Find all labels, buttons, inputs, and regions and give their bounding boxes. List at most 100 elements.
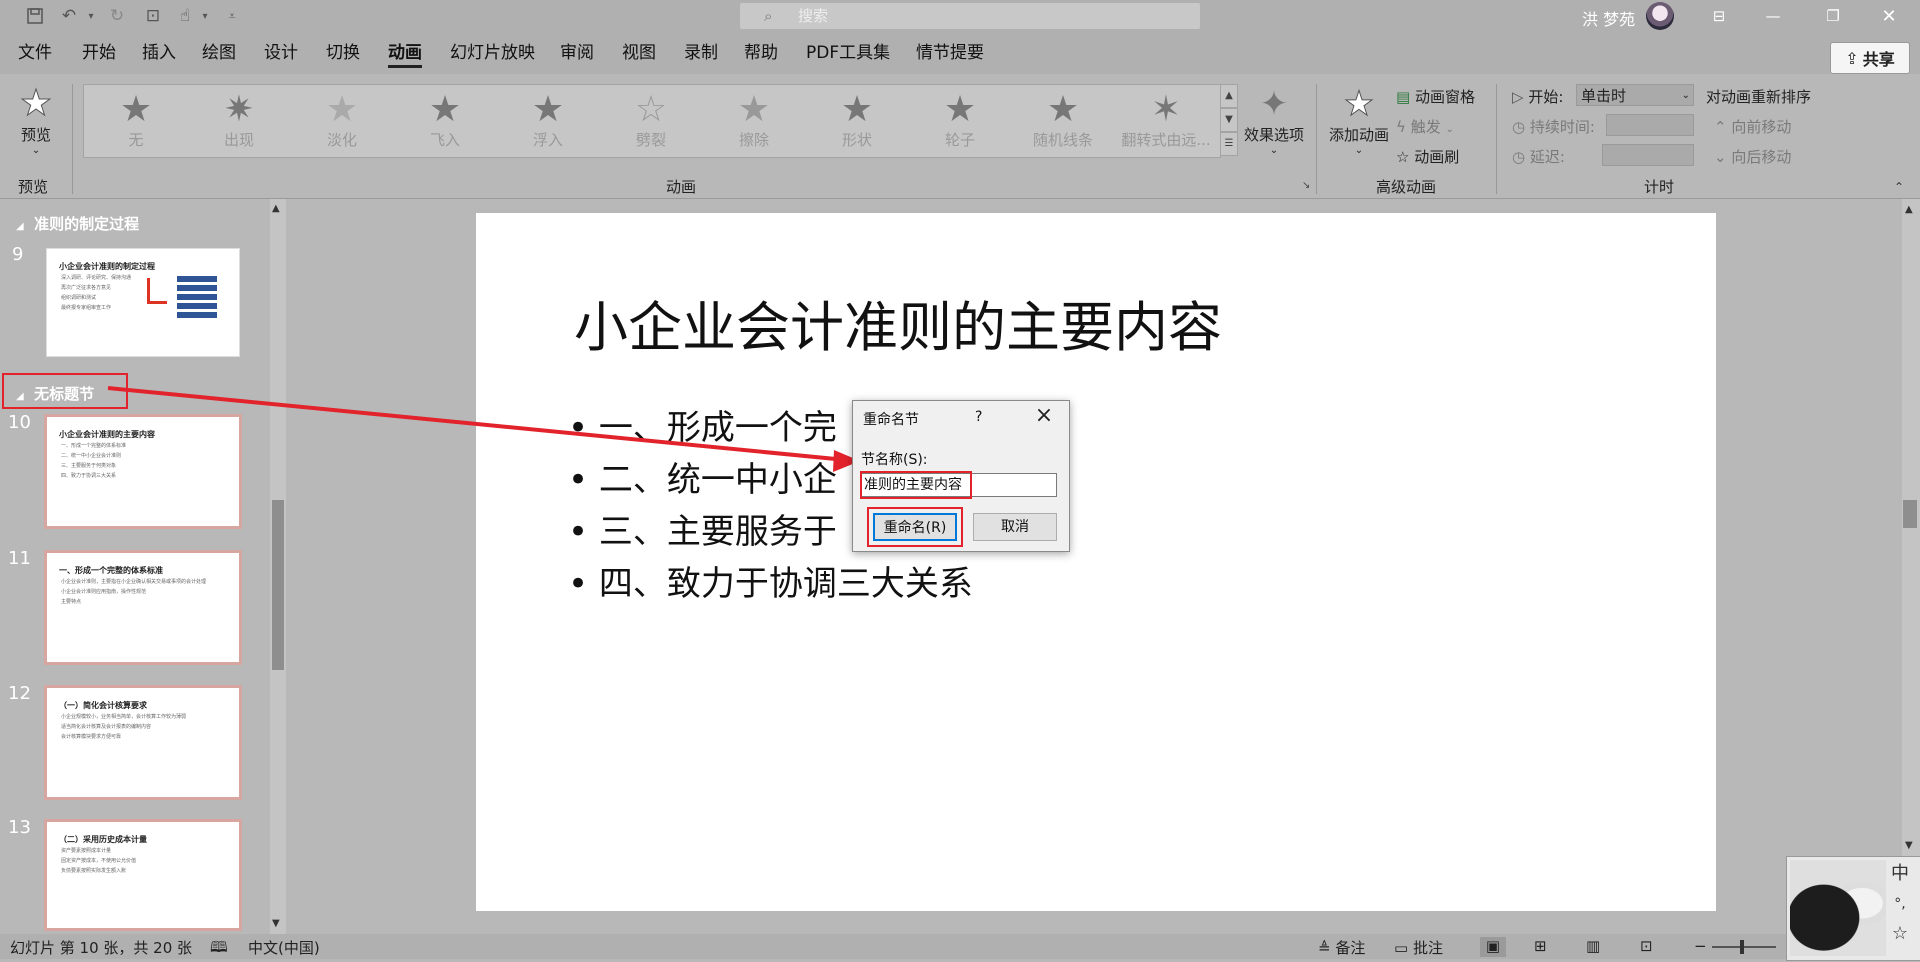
help-icon[interactable]: ? <box>975 409 982 425</box>
scroll-down-icon[interactable]: ▼ <box>272 918 280 929</box>
anim-wipe[interactable]: ★ 擦除 <box>704 90 804 154</box>
anim-float-in[interactable]: ★ 浮入 <box>498 90 598 154</box>
gallery-more-icon[interactable]: ☰ <box>1220 132 1238 156</box>
tab-storyboard[interactable]: 情节提要 <box>914 32 986 74</box>
section-header-1[interactable]: ◢ 准则的制定过程 <box>16 213 139 234</box>
cancel-button[interactable]: 取消 <box>973 513 1057 541</box>
accessibility-icon[interactable]: 🕮 <box>210 937 228 962</box>
scrollbar-thumb[interactable] <box>1903 500 1917 528</box>
ime-punct-key[interactable]: °, <box>1886 890 1914 918</box>
ime-mode-key[interactable]: 中 <box>1886 860 1914 888</box>
present-icon[interactable]: ⊡ <box>140 4 166 28</box>
undo-dropdown-icon[interactable]: ▾ <box>84 4 98 28</box>
tab-file[interactable]: 文件 <box>16 32 54 74</box>
save-icon[interactable] <box>22 4 48 28</box>
tab-slideshow[interactable]: 幻灯片放映 <box>448 32 537 74</box>
anim-grow-turn[interactable]: ✶ 翻转式由远... <box>1116 90 1216 154</box>
undo-icon[interactable]: ↶ <box>56 4 82 28</box>
effect-options-button[interactable]: ✦ 效果选项 ⌄ <box>1240 84 1308 164</box>
animation-painter-button[interactable]: ☆ 动画刷 <box>1396 146 1459 167</box>
tab-help[interactable]: 帮助 <box>742 32 780 74</box>
normal-view-icon[interactable]: ▣ <box>1480 937 1506 957</box>
close-icon[interactable]: ✕ <box>1866 0 1912 32</box>
scroll-up-icon[interactable]: ▲ <box>1905 204 1913 215</box>
comments-button[interactable]: ▭ 批注 <box>1394 937 1443 958</box>
slide-sorter-icon[interactable]: ⊞ <box>1534 937 1547 955</box>
effect-options-label: 效果选项 <box>1243 126 1304 144</box>
scrollbar-thumb[interactable] <box>272 500 284 670</box>
trigger-button[interactable]: ϟ 触发 ⌄ <box>1396 116 1454 137</box>
divider <box>1316 84 1317 194</box>
scroll-down-icon[interactable]: ▼ <box>1905 840 1913 851</box>
tab-animations[interactable]: 动画 <box>386 32 424 74</box>
move-earlier-button[interactable]: ⌃ 向前移动 <box>1714 116 1791 137</box>
tab-view[interactable]: 视图 <box>620 32 658 74</box>
delay-label: ◷ 延迟: <box>1512 148 1565 166</box>
zoom-slider-thumb[interactable] <box>1740 940 1744 954</box>
delay-stepper[interactable] <box>1602 144 1694 166</box>
star-burst-icon: ✷ <box>223 89 255 130</box>
ribbon-display-icon[interactable]: ⊟ <box>1696 0 1742 32</box>
slide-thumbnail-13[interactable]: （二）采用历史成本计量 资产要素按照成本计量 固定资产按成本，不使用公允价值 负… <box>44 819 242 931</box>
tab-pdf-tools[interactable]: PDF工具集 <box>804 32 892 74</box>
minimize-icon[interactable]: — <box>1750 0 1796 32</box>
duration-stepper[interactable] <box>1606 114 1694 136</box>
close-icon[interactable]: × <box>1029 403 1059 429</box>
anim-fade[interactable]: ★ 淡化 <box>292 90 392 154</box>
slide-title[interactable]: 小企业会计准则的主要内容 <box>574 283 1222 362</box>
customize-qat-icon[interactable]: ⩡ <box>222 4 242 28</box>
anim-appear[interactable]: ✷ 出现 <box>189 90 289 154</box>
notes-button[interactable]: ≜ 备注 <box>1318 937 1365 958</box>
touch-dropdown-icon[interactable]: ▾ <box>198 4 212 28</box>
tab-draw[interactable]: 绘图 <box>200 32 238 74</box>
ime-skin-key[interactable]: ☆ <box>1886 920 1914 948</box>
tab-insert[interactable]: 插入 <box>140 32 178 74</box>
language-indicator[interactable]: 中文(中国) <box>248 937 320 958</box>
zoom-out-icon[interactable]: − <box>1694 937 1707 955</box>
slide-bullet[interactable]: • 三、主要服务于 <box>568 504 837 553</box>
scroll-up-icon[interactable]: ▲ <box>272 203 280 214</box>
slide-thumbnail-12[interactable]: （一）简化会计核算要求 小企业规模较小，业务相当简单，会计核算工作较为薄弱 适当… <box>44 685 242 800</box>
dialog-launcher-icon[interactable]: ↘ <box>1302 180 1310 191</box>
anim-random-bars[interactable]: ★ 随机线条 <box>1013 90 1113 154</box>
move-later-button[interactable]: ⌄ 向后移动 <box>1714 146 1791 167</box>
slide-thumbnail-9[interactable]: 小企业会计准则的制定过程 深入调研、评论研究、保持沟通 再次广泛征求各方意见 组… <box>46 248 240 357</box>
zoom-slider[interactable] <box>1712 946 1776 948</box>
redo-icon[interactable]: ↻ <box>104 4 130 28</box>
slide-bullet[interactable]: • 二、统一中小企 <box>568 452 837 501</box>
slide-bullet[interactable]: • 四、致力于协调三大关系 <box>568 556 973 605</box>
avatar[interactable] <box>1646 2 1674 30</box>
tab-home[interactable]: 开始 <box>80 32 118 74</box>
anim-wheel[interactable]: ★ 轮子 <box>910 90 1010 154</box>
preview-button[interactable]: ★ 预览 ⌄ <box>14 83 58 164</box>
tab-design[interactable]: 设计 <box>262 32 300 74</box>
editor-scrollbar[interactable] <box>1902 199 1920 934</box>
anim-none[interactable]: ★ 无 <box>86 90 186 154</box>
slide-thumbnail-10[interactable]: 小企业会计准则的主要内容 一、形成一个完整的体系标准 二、统一中小企业会计准则 … <box>44 414 242 529</box>
anim-split[interactable]: ☆ 劈裂 <box>601 90 701 154</box>
slideshow-view-icon[interactable]: ⊡ <box>1640 937 1653 955</box>
slide-count[interactable]: 幻灯片 第 10 张，共 20 张 <box>10 937 192 958</box>
gallery-scroll-down-icon[interactable]: ▼ <box>1220 108 1238 132</box>
restore-icon[interactable]: ❐ <box>1810 0 1856 32</box>
collapse-ribbon-icon[interactable]: ⌃ <box>1894 180 1904 194</box>
slide-thumbnail-11[interactable]: 一、形成一个完整的体系标准 小企业会计准则，主要指在小企业确认相关交易或事项的会… <box>44 550 242 665</box>
share-button[interactable]: ⇪ 共享 <box>1830 42 1910 74</box>
anim-fly-in[interactable]: ★ 飞入 <box>395 90 495 154</box>
add-animation-button[interactable]: ★ 添加动画 ⌄ <box>1326 84 1392 164</box>
clock-icon: ◷ <box>1512 148 1526 166</box>
preview-star-icon: ★ <box>19 83 53 124</box>
reading-view-icon[interactable]: ▥ <box>1586 937 1600 955</box>
anim-shape[interactable]: ★ 形状 <box>807 90 907 154</box>
search-box[interactable]: ⌕ 搜索 <box>740 3 1200 29</box>
touch-mode-icon[interactable]: ☝ <box>172 4 198 28</box>
tab-record[interactable]: 录制 <box>682 32 720 74</box>
animation-pane-button[interactable]: ▤ 动画窗格 <box>1396 86 1475 107</box>
start-select[interactable]: 单击时 ⌄ <box>1576 84 1694 106</box>
gallery-scroll-up-icon[interactable]: ▲ <box>1220 84 1238 108</box>
slide-bullet[interactable]: • 一、形成一个完 <box>568 400 837 449</box>
tab-transitions[interactable]: 切换 <box>324 32 362 74</box>
tab-review[interactable]: 审阅 <box>558 32 596 74</box>
user-name[interactable]: 洪 梦苑 <box>1582 6 1635 30</box>
section-header-2[interactable]: ◢ 无标题节 <box>16 383 94 404</box>
